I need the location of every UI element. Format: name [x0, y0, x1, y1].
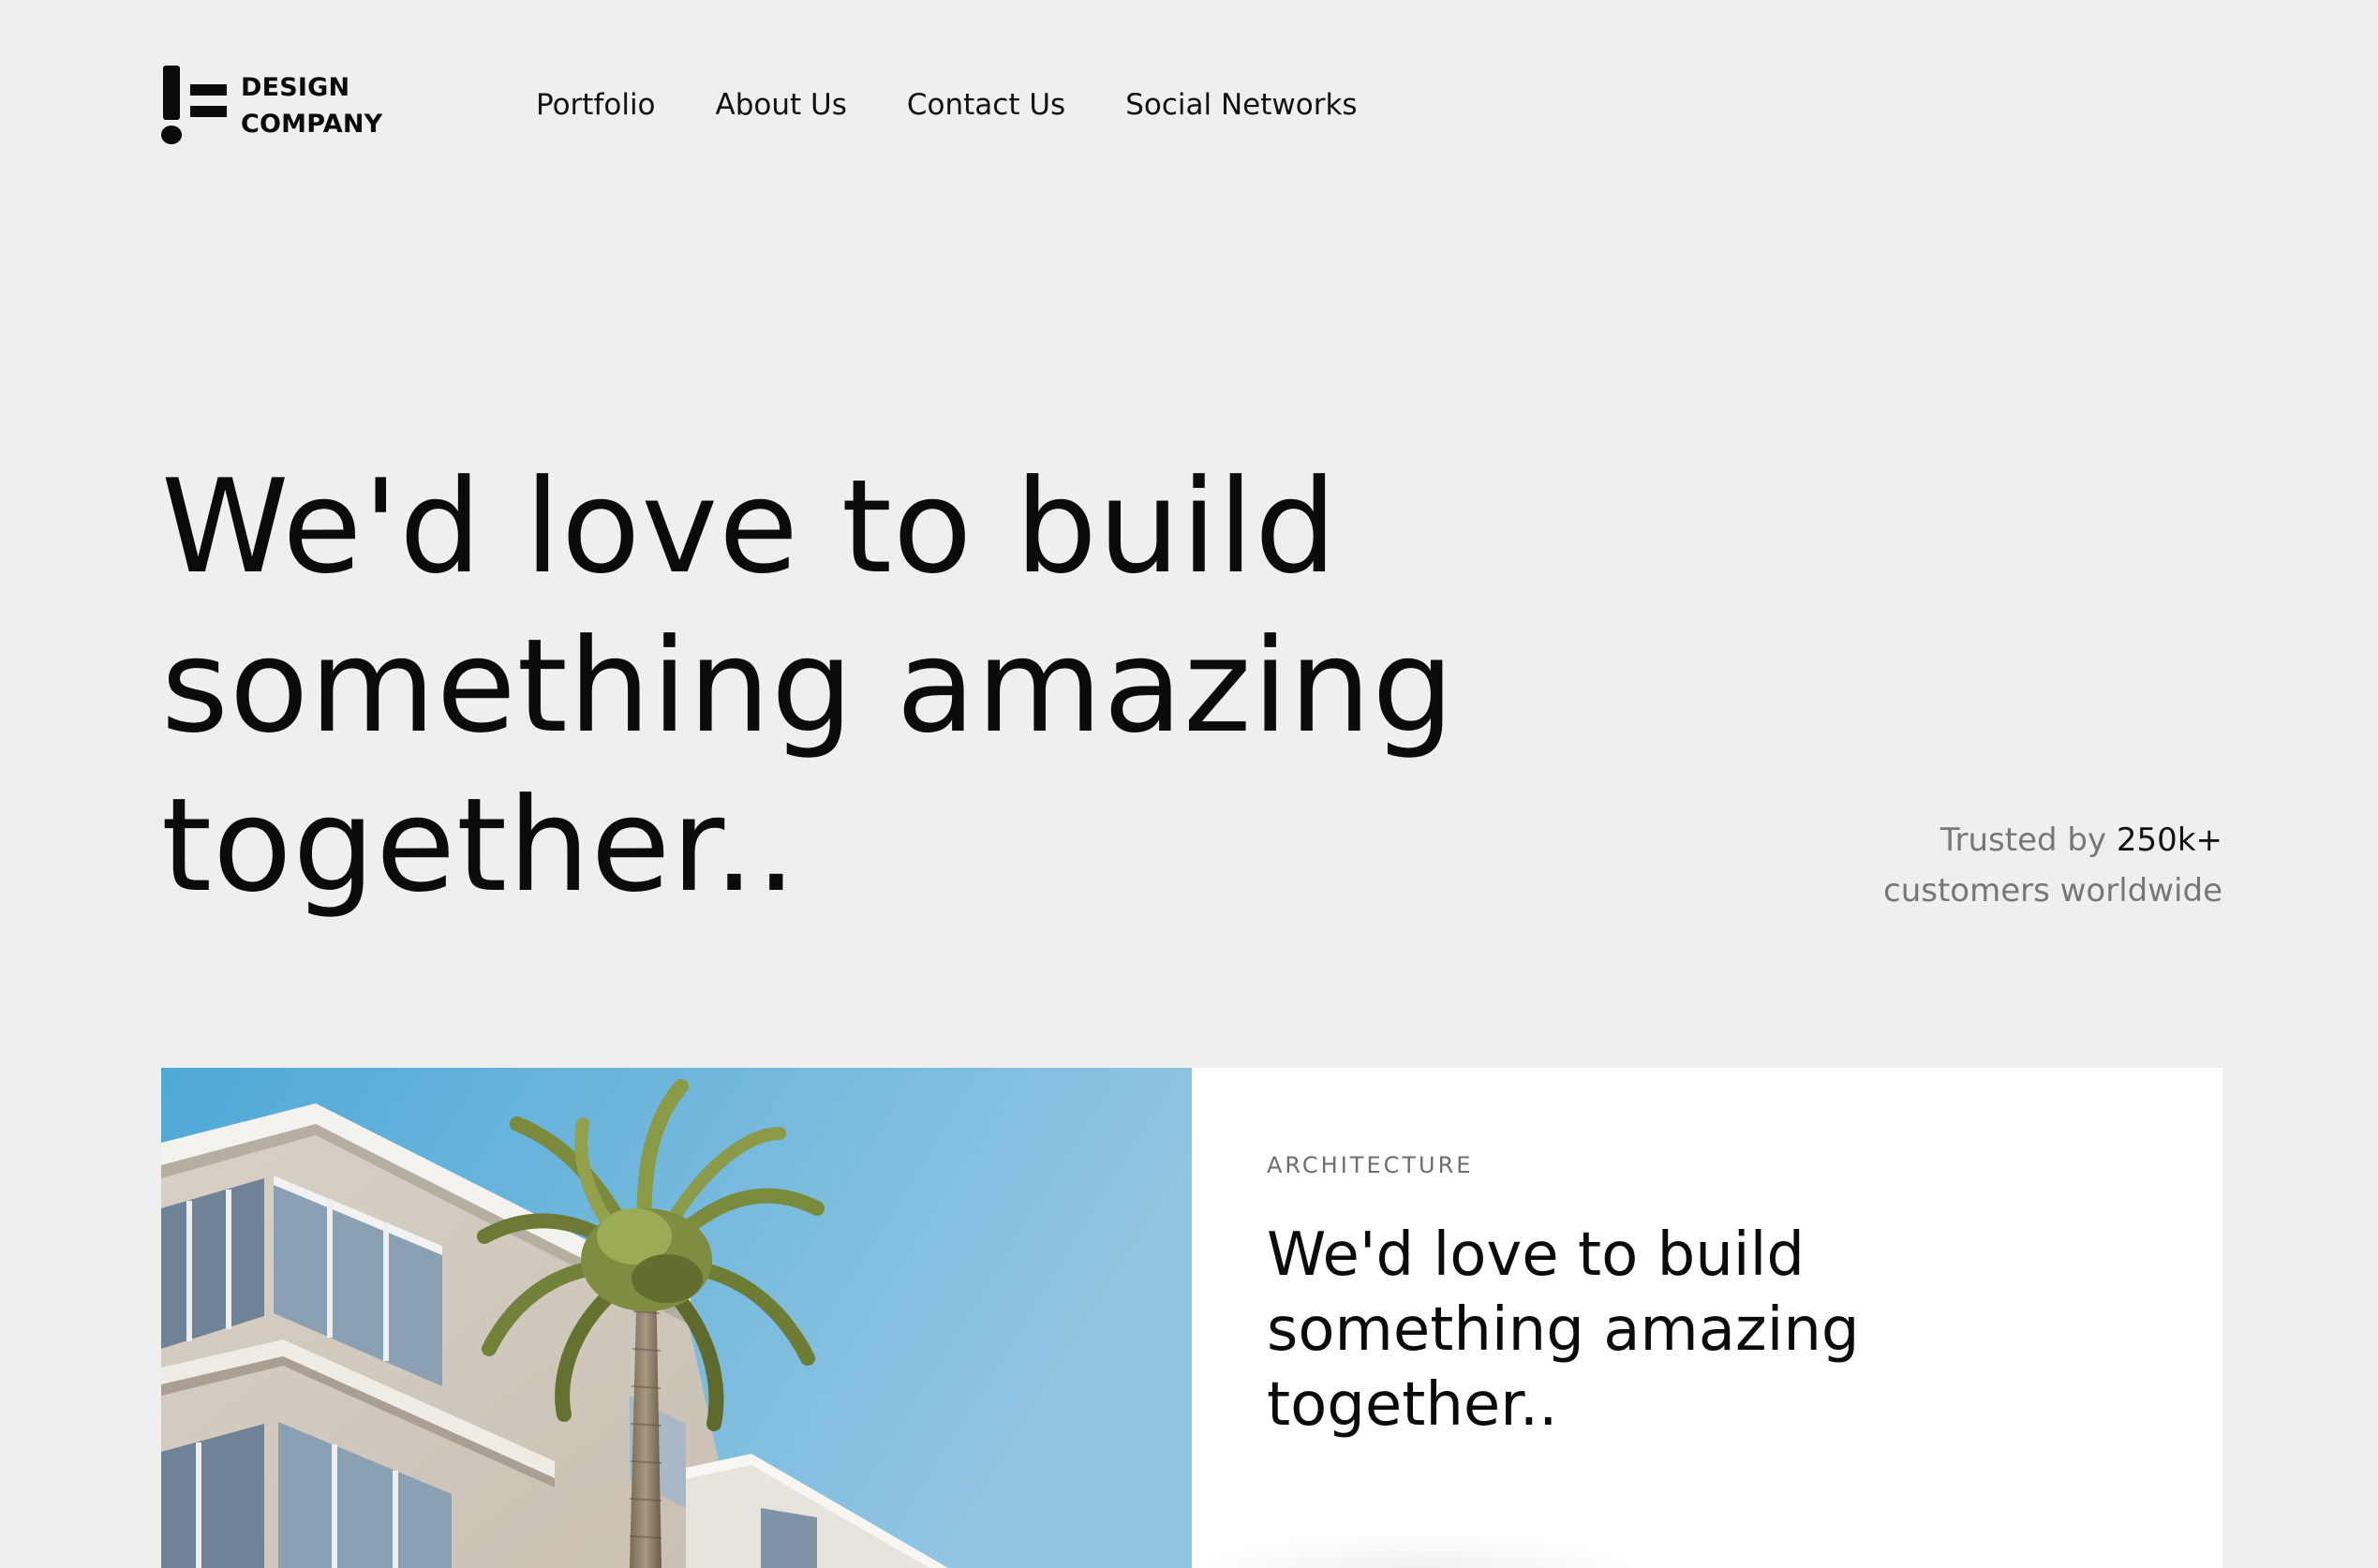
logo-link[interactable]: DESIGN COMPANY: [161, 66, 382, 146]
card-shadow: [1192, 1531, 1642, 1568]
card-category: ARCHITECTURE: [1267, 1152, 1474, 1178]
hero-title: We'd love to build something amazing tog…: [161, 448, 1455, 925]
building-palm-image: [161, 1068, 1192, 1568]
logo-line-2: COMPANY: [241, 110, 383, 139]
main-nav: Portfolio About Us Contact Us Social Net…: [536, 82, 1418, 127]
trusted-by-text: Trusted by 250k+ customers worldwide: [1883, 815, 2222, 916]
nav-link-social-networks[interactable]: Social Networks: [1125, 82, 1357, 127]
card-title-line-3: together..: [1267, 1370, 1558, 1440]
card-image: [161, 1068, 1192, 1568]
featured-card[interactable]: ARCHITECTURE We'd love to build somethin…: [161, 1068, 2222, 1568]
site-header: DESIGN COMPANY: [161, 66, 382, 146]
card-title-line-1: We'd love to build: [1267, 1220, 1805, 1290]
card-body: ARCHITECTURE We'd love to build somethin…: [1192, 1068, 2222, 1568]
nav-link-portfolio[interactable]: Portfolio: [536, 82, 656, 127]
logo-icon: [161, 66, 227, 144]
hero-title-line-3: together..: [161, 770, 798, 921]
hero-title-line-2: something amazing: [161, 611, 1455, 762]
nav-link-about-us[interactable]: About Us: [716, 82, 847, 127]
trusted-prefix: Trusted by: [1940, 821, 2107, 859]
hero-title-line-1: We'd love to build: [161, 451, 1338, 602]
card-title-line-2: something amazing: [1267, 1295, 1860, 1365]
logo-line-1: DESIGN: [241, 73, 350, 102]
trusted-count: 250k+: [2116, 821, 2222, 859]
nav-link-contact-us[interactable]: Contact Us: [907, 82, 1065, 127]
trusted-suffix: customers worldwide: [1883, 872, 2222, 910]
logo-wordmark: DESIGN COMPANY: [241, 69, 382, 142]
card-title[interactable]: We'd love to build something amazing tog…: [1267, 1218, 1860, 1442]
